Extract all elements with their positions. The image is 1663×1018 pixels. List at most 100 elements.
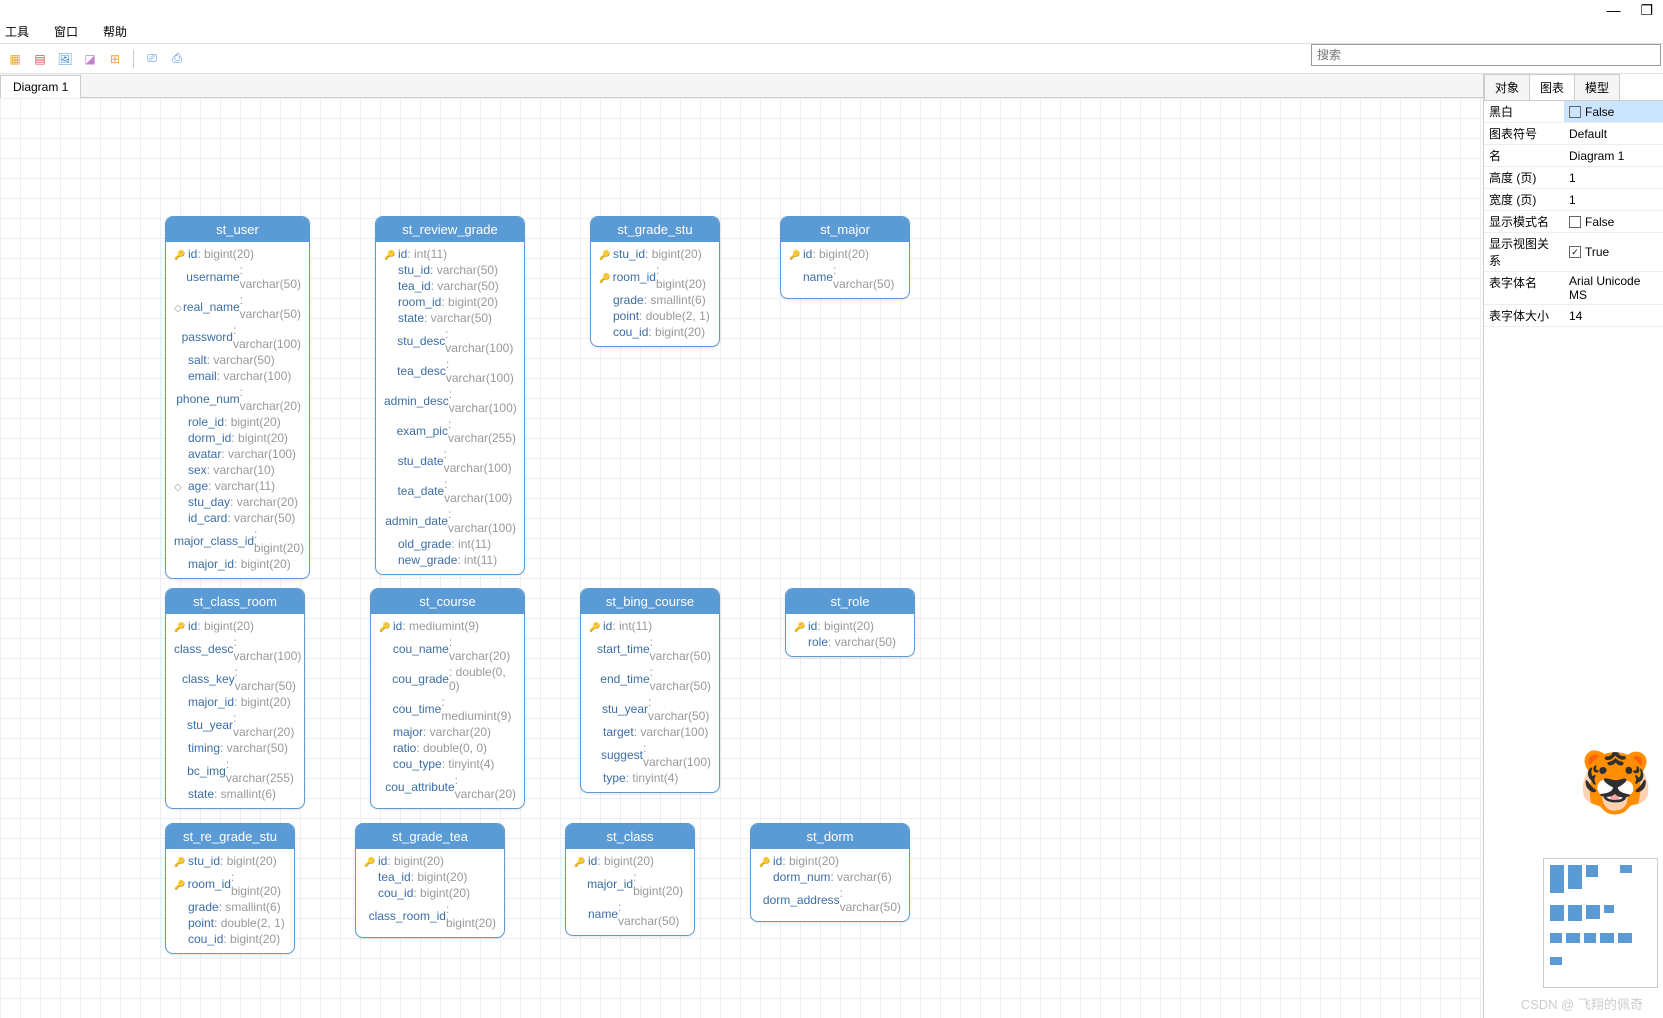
menu-help[interactable]: 帮助 [103, 23, 127, 40]
field-row[interactable]: real_name: varchar(50) [174, 292, 301, 322]
field-row[interactable]: id: mediumint(9) [379, 618, 516, 634]
field-row[interactable]: suggest: varchar(100) [589, 740, 711, 770]
field-row[interactable]: id: bigint(20) [574, 853, 686, 869]
tab-diagram[interactable]: Diagram 1 [0, 75, 81, 98]
field-row[interactable]: stu_desc: varchar(100) [384, 326, 516, 356]
field-row[interactable]: ratio: double(0, 0) [379, 740, 516, 756]
checkbox-icon[interactable] [1569, 106, 1581, 118]
canvas[interactable]: st_userid: bigint(20)username: varchar(5… [0, 98, 1483, 1018]
field-row[interactable]: grade: smallint(6) [174, 899, 286, 915]
field-row[interactable]: tea_desc: varchar(100) [384, 356, 516, 386]
db-table-st_major[interactable]: st_majorid: bigint(20)name: varchar(50) [780, 216, 910, 299]
field-row[interactable]: role_id: bigint(20) [174, 414, 301, 430]
prop-val[interactable]: ✓True [1564, 233, 1663, 271]
prop-val[interactable]: Default [1564, 123, 1663, 144]
prop-val[interactable]: Diagram 1 [1564, 145, 1663, 166]
db-table-st_class[interactable]: st_classid: bigint(20)major_id: bigint(2… [565, 823, 695, 936]
prop-val[interactable]: Arial Unicode MS [1564, 272, 1663, 304]
field-row[interactable]: room_id: bigint(20) [599, 262, 711, 292]
tab-object[interactable]: 对象 [1484, 74, 1530, 100]
field-row[interactable]: stu_day: varchar(20) [174, 494, 301, 510]
table-header[interactable]: st_dorm [751, 824, 909, 849]
field-row[interactable]: cou_name: varchar(20) [379, 634, 516, 664]
menu-window[interactable]: 窗口 [54, 23, 78, 40]
prop-val[interactable]: False [1564, 101, 1663, 122]
tab-model[interactable]: 模型 [1574, 74, 1620, 100]
field-row[interactable]: name: varchar(50) [574, 899, 686, 929]
field-row[interactable]: major_id: bigint(20) [174, 694, 296, 710]
field-row[interactable]: id: bigint(20) [789, 246, 901, 262]
field-row[interactable]: username: varchar(50) [174, 262, 301, 292]
field-row[interactable]: id: int(11) [384, 246, 516, 262]
db-table-st_class_room[interactable]: st_class_roomid: bigint(20)class_desc: v… [165, 588, 305, 809]
db-table-st_review_grade[interactable]: st_review_grade id: int(11)stu_id: varcha… [375, 216, 525, 575]
field-row[interactable]: state: varchar(50) [384, 310, 516, 326]
field-row[interactable]: timing: varchar(50) [174, 740, 296, 756]
field-row[interactable]: state: smallint(6) [174, 786, 296, 802]
field-row[interactable]: role: varchar(50) [794, 634, 906, 650]
field-row[interactable]: old_grade: int(11) [384, 536, 516, 552]
field-row[interactable]: exam_pic: varchar(255) [384, 416, 516, 446]
tool-icon-7[interactable]: ⎙ [167, 49, 187, 69]
field-row[interactable]: class_room_id: bigint(20) [364, 901, 496, 931]
field-row[interactable]: stu_year: varchar(50) [589, 694, 711, 724]
db-table-st_re_grade_stu[interactable]: st_re_grade_stu stu_id: bigint(20)room_id… [165, 823, 295, 954]
table-header[interactable]: st_bing_course [581, 589, 719, 614]
image-icon[interactable]: 🖼 [55, 49, 75, 69]
field-row[interactable]: cou_type: tinyint(4) [379, 756, 516, 772]
field-row[interactable]: stu_id: varchar(50) [384, 262, 516, 278]
field-row[interactable]: stu_date: varchar(100) [384, 446, 516, 476]
table-header[interactable]: st_grade_tea [356, 824, 504, 849]
tool-icon-6[interactable]: ⎚ [142, 49, 162, 69]
field-row[interactable]: room_id: bigint(20) [174, 869, 286, 899]
field-row[interactable]: type: tinyint(4) [589, 770, 711, 786]
field-row[interactable]: password: varchar(100) [174, 322, 301, 352]
table-header[interactable]: st_re_grade_stu [166, 824, 294, 849]
field-row[interactable]: name: varchar(50) [789, 262, 901, 292]
field-row[interactable]: dorm_address: varchar(50) [759, 885, 901, 915]
tool-icon-4[interactable]: ◪ [80, 49, 100, 69]
field-row[interactable]: point: double(2, 1) [599, 308, 711, 324]
field-row[interactable]: start_time: varchar(50) [589, 634, 711, 664]
db-table-st_bing_course[interactable]: st_bing_course id: int(11)start_time: var… [580, 588, 720, 793]
checkbox-icon[interactable]: ✓ [1569, 246, 1581, 258]
field-row[interactable]: stu_id: bigint(20) [174, 853, 286, 869]
prop-val[interactable]: 14 [1564, 305, 1663, 326]
tab-chart[interactable]: 图表 [1529, 74, 1575, 100]
field-row[interactable]: id: bigint(20) [174, 618, 296, 634]
table-header[interactable]: st_course [371, 589, 524, 614]
menu-tools[interactable]: 工具 [5, 23, 29, 40]
prop-val[interactable]: 1 [1564, 189, 1663, 210]
field-row[interactable]: target: varchar(100) [589, 724, 711, 740]
table-header[interactable]: st_grade_stu [591, 217, 719, 242]
field-row[interactable]: id: bigint(20) [174, 246, 301, 262]
field-row[interactable]: room_id: bigint(20) [384, 294, 516, 310]
db-table-st_grade_tea[interactable]: st_grade_teaid: bigint(20)tea_id: bigint… [355, 823, 505, 938]
db-table-st_role[interactable]: st_role id: bigint(20)role: varchar(50) [785, 588, 915, 657]
field-row[interactable]: end_time: varchar(50) [589, 664, 711, 694]
field-row[interactable]: id_card: varchar(50) [174, 510, 301, 526]
table-header[interactable]: st_class [566, 824, 694, 849]
db-table-st_course[interactable]: st_course id: mediumint(9)cou_name: varch… [370, 588, 525, 809]
field-row[interactable]: new_grade: int(11) [384, 552, 516, 568]
field-row[interactable]: sex: varchar(10) [174, 462, 301, 478]
field-row[interactable]: point: double(2, 1) [174, 915, 286, 931]
field-row[interactable]: cou_time: mediumint(9) [379, 694, 516, 724]
search-input[interactable] [1311, 44, 1661, 66]
field-row[interactable]: admin_desc: varchar(100) [384, 386, 516, 416]
field-row[interactable]: tea_id: varchar(50) [384, 278, 516, 294]
table-header[interactable]: st_role [786, 589, 914, 614]
prop-val[interactable]: 1 [1564, 167, 1663, 188]
field-row[interactable]: grade: smallint(6) [599, 292, 711, 308]
table-header[interactable]: st_class_room [166, 589, 304, 614]
db-table-st_dorm[interactable]: st_dormid: bigint(20)dorm_num: varchar(6… [750, 823, 910, 922]
field-row[interactable]: id: bigint(20) [794, 618, 906, 634]
db-table-st_grade_stu[interactable]: st_grade_stu stu_id: bigint(20)room_id: b… [590, 216, 720, 347]
field-row[interactable]: cou_id: bigint(20) [599, 324, 711, 340]
table-header[interactable]: st_review_grade [376, 217, 524, 242]
field-row[interactable]: bc_img: varchar(255) [174, 756, 296, 786]
field-row[interactable]: stu_id: bigint(20) [599, 246, 711, 262]
field-row[interactable]: id: int(11) [589, 618, 711, 634]
field-row[interactable]: phone_num: varchar(20) [174, 384, 301, 414]
prop-val[interactable]: False [1564, 211, 1663, 232]
